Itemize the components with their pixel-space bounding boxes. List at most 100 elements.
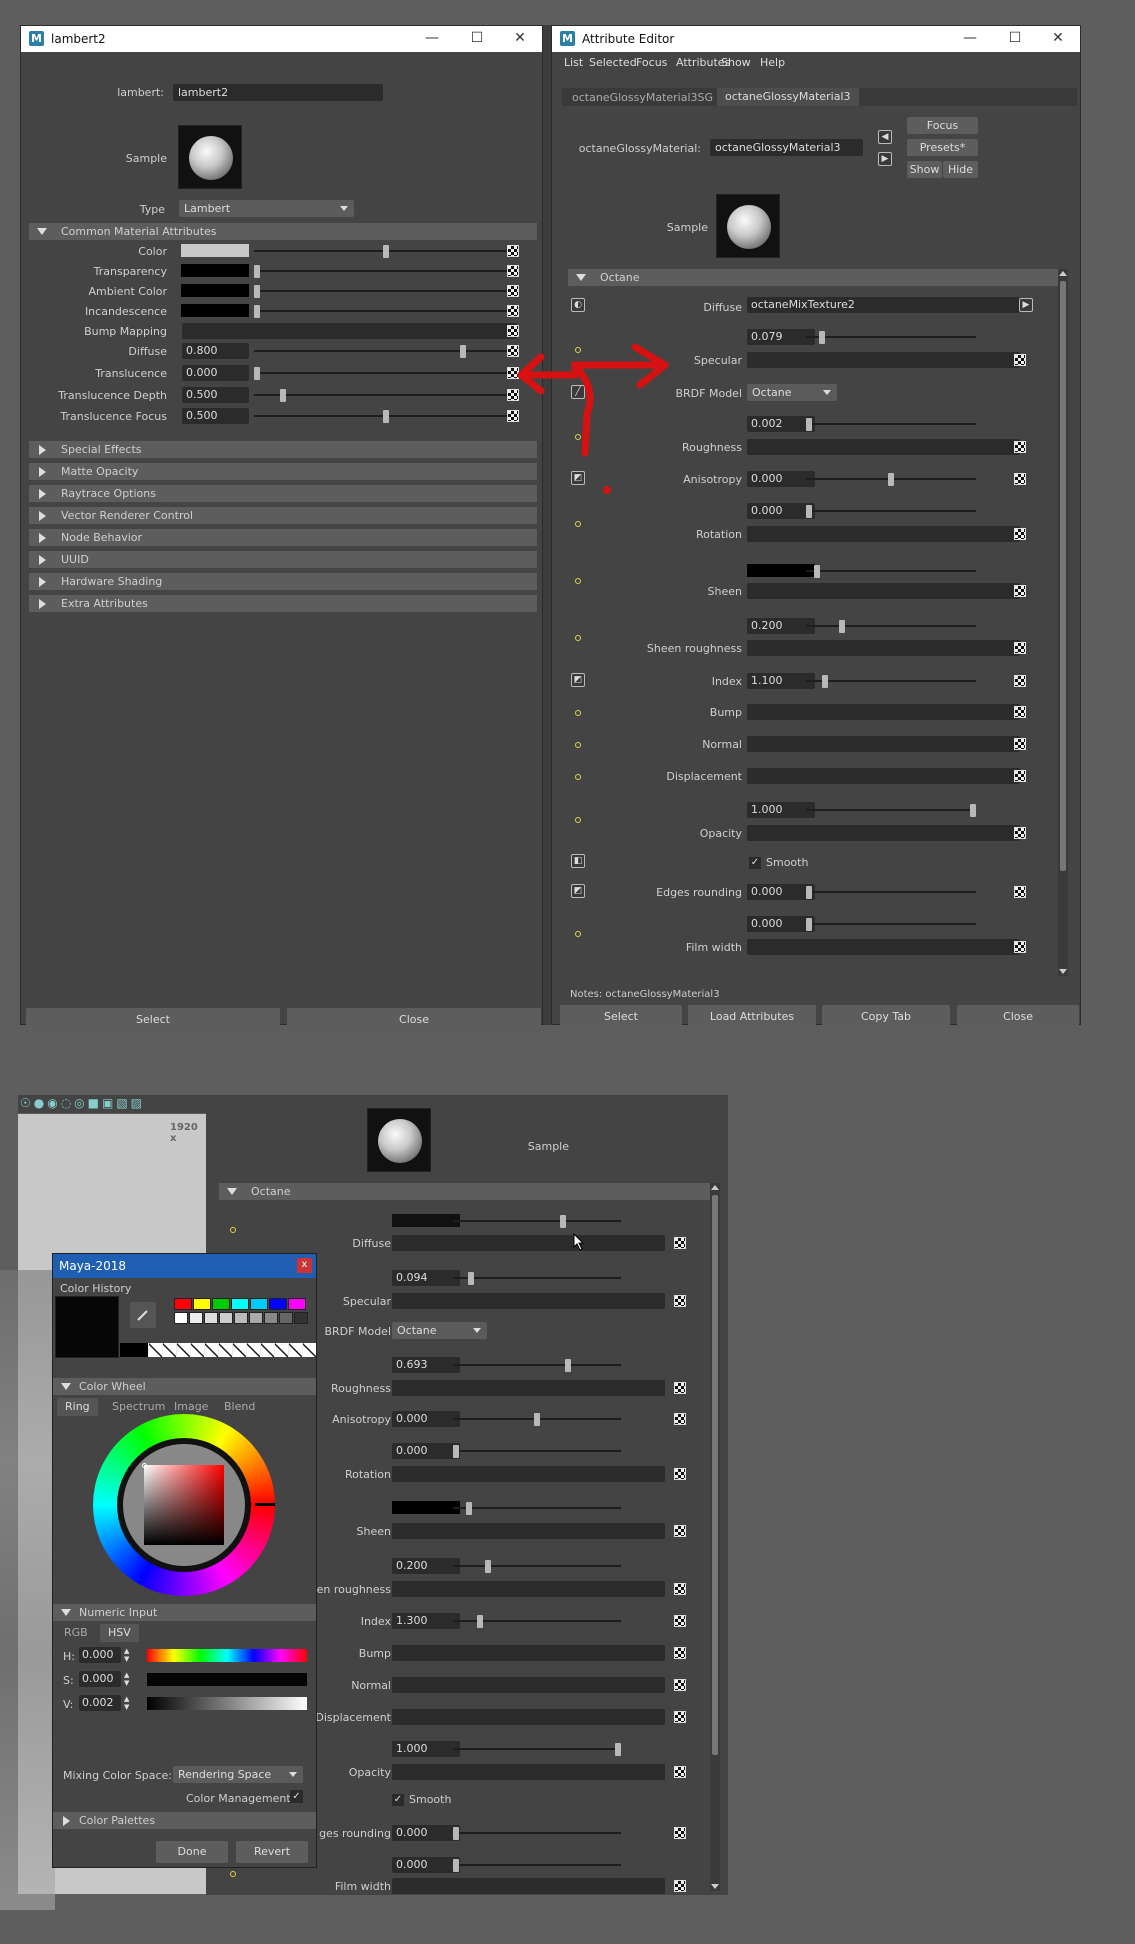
edges-rounding-slider-handle[interactable] <box>453 1827 459 1840</box>
eyedropper-button[interactable] <box>130 1302 156 1328</box>
opacity-slider-handle[interactable] <box>615 1743 621 1756</box>
roughness-slider-handle[interactable] <box>806 418 812 431</box>
map-button-icon[interactable] <box>507 305 519 317</box>
map-button-icon[interactable] <box>674 1413 686 1425</box>
diffuse-map-field[interactable] <box>392 1235 665 1251</box>
palette-swatch[interactable] <box>212 1298 230 1310</box>
sheen-roughness-value[interactable]: 0.200 <box>392 1558 460 1574</box>
tab-rgb[interactable]: RGB <box>56 1624 96 1642</box>
bottom-button[interactable]: Close <box>957 1005 1079 1029</box>
map-button-icon[interactable] <box>1014 675 1026 687</box>
map-button-icon[interactable] <box>674 1525 686 1537</box>
diffuse-slider-track[interactable] <box>453 1220 621 1222</box>
sheen-slider-handle[interactable] <box>814 565 820 578</box>
specular-value[interactable]: 0.094 <box>392 1270 460 1286</box>
sheen-color-swatch[interactable] <box>747 564 815 577</box>
color-wheel[interactable] <box>93 1414 275 1596</box>
palette-swatch[interactable] <box>249 1312 263 1324</box>
scroll-up-icon[interactable] <box>711 1185 719 1190</box>
saturation-slider[interactable] <box>147 1673 307 1686</box>
sheen-color-swatch[interactable] <box>392 1501 460 1514</box>
rotation-value[interactable]: 0.000 <box>747 503 815 519</box>
index-slider-handle[interactable] <box>477 1615 483 1628</box>
tab-material[interactable]: octaneGlossyMaterial3 <box>717 88 859 106</box>
color-swatch[interactable] <box>181 264 249 277</box>
menu-item[interactable]: Focus <box>636 56 667 69</box>
specular-slider-track[interactable] <box>806 336 976 338</box>
map-button-icon[interactable] <box>674 1711 686 1723</box>
type-dropdown[interactable]: Lambert <box>179 200 354 217</box>
displacement-map-field[interactable] <box>392 1709 665 1725</box>
bottom-button[interactable]: Select <box>560 1005 682 1029</box>
collapsed-section[interactable]: Vector Renderer Control <box>29 507 537 524</box>
film-width-map-field[interactable] <box>747 939 1020 955</box>
map-button-icon[interactable] <box>1014 354 1026 366</box>
v-field[interactable]: 0.002 <box>79 1695 121 1711</box>
roughness-slider-handle[interactable] <box>565 1359 571 1372</box>
color-management-checkbox[interactable]: ✓ <box>290 1790 303 1803</box>
sheen-map-field[interactable] <box>392 1523 665 1539</box>
edges-rounding-value[interactable]: 0.000 <box>392 1825 460 1841</box>
map-button-icon[interactable] <box>1014 528 1026 540</box>
edges-rounding-slider-handle[interactable] <box>806 886 812 899</box>
specular-slider-handle[interactable] <box>819 331 825 344</box>
roughness-map-field[interactable] <box>747 439 1020 455</box>
common-material-section[interactable]: Common Material Attributes <box>29 223 537 240</box>
tab-hsv[interactable]: HSV <box>100 1624 139 1642</box>
slider-handle[interactable] <box>254 305 260 318</box>
map-button-icon[interactable] <box>674 1295 686 1307</box>
maximize-icon[interactable]: ☐ <box>1000 28 1030 48</box>
anisotropy-slider-handle[interactable] <box>888 473 894 486</box>
map-button-icon[interactable] <box>674 1237 686 1249</box>
menu-item[interactable]: Show <box>721 56 751 69</box>
film-width-map-field[interactable] <box>392 1878 665 1894</box>
specular-value[interactable]: 0.079 <box>747 329 815 345</box>
v-stepper[interactable]: ▲ ▼ <box>124 1695 134 1711</box>
tab-shading-group[interactable]: octaneGlossyMaterial3SG <box>564 89 721 107</box>
map-field[interactable] <box>182 323 517 339</box>
opacity-value[interactable]: 1.000 <box>747 802 815 818</box>
slider-handle[interactable] <box>254 285 260 298</box>
index-icon[interactable]: ◩ <box>571 673 585 687</box>
presets-button[interactable]: Presets* <box>907 139 978 156</box>
menu-item[interactable]: Help <box>760 56 785 69</box>
scroll-thumb[interactable] <box>712 1195 718 1755</box>
slider-track[interactable] <box>254 290 519 292</box>
film-width-slider-handle[interactable] <box>453 1859 459 1872</box>
connection-dot-icon[interactable] <box>575 710 581 716</box>
collapsed-section[interactable]: Raytrace Options <box>29 485 537 502</box>
menu-item[interactable]: Selected <box>589 56 637 69</box>
map-button-icon[interactable] <box>1014 738 1026 750</box>
bottom-button[interactable]: Copy Tab <box>822 1005 950 1029</box>
roughness-slider-track[interactable] <box>453 1364 621 1366</box>
diffuse-texture-field[interactable]: octaneMixTexture2 <box>747 297 1020 313</box>
map-button-icon[interactable] <box>507 285 519 297</box>
film-width-value[interactable]: 0.000 <box>392 1857 460 1873</box>
sv-marker[interactable] <box>142 1463 147 1468</box>
palette-swatch[interactable] <box>193 1298 211 1310</box>
rotation-slider-handle[interactable] <box>806 505 812 518</box>
connection-dot-icon[interactable] <box>575 774 581 780</box>
edges-icon[interactable]: ◩ <box>571 884 585 898</box>
map-button-icon[interactable] <box>1014 770 1026 782</box>
sheen-roughness-value[interactable]: 0.200 <box>747 618 815 634</box>
color-wheel-section[interactable]: Color Wheel <box>53 1378 316 1395</box>
palette-swatch[interactable] <box>234 1312 248 1324</box>
connection-dot-icon[interactable] <box>575 521 581 527</box>
palette-swatch[interactable] <box>231 1298 249 1310</box>
connection-dot-icon[interactable] <box>575 931 581 937</box>
smooth-icon[interactable]: ◧ <box>571 854 585 868</box>
film-width-value[interactable]: 0.000 <box>747 916 815 932</box>
connection-dot-icon[interactable] <box>575 742 581 748</box>
index-slider-handle[interactable] <box>822 675 828 688</box>
palette-swatch[interactable] <box>189 1312 203 1324</box>
scroll-up-icon[interactable] <box>1059 271 1067 276</box>
slider-handle[interactable] <box>280 389 286 402</box>
slider-track[interactable] <box>254 394 519 396</box>
specular-slider-track[interactable] <box>453 1277 621 1279</box>
map-button-icon[interactable] <box>674 1583 686 1595</box>
map-button-icon[interactable] <box>1014 886 1026 898</box>
palette-swatch[interactable] <box>250 1298 268 1310</box>
color-swatch[interactable] <box>181 244 249 257</box>
palette-swatch[interactable] <box>219 1312 233 1324</box>
